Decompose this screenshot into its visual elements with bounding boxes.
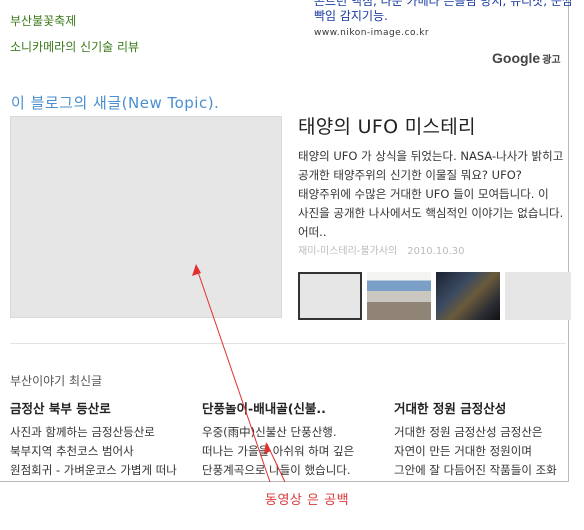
ad-url[interactable]: www.nikon-image.co.kr xyxy=(314,26,574,41)
google-logo: Google xyxy=(492,50,541,66)
google-ads-label[interactable]: Google 광고 xyxy=(492,50,561,66)
news-item[interactable]: 단풍놀이-배내골(신불.. 우중(雨中)신불산 단풍산행. 떠나는 가을을 아쉬… xyxy=(202,398,370,480)
ad-link-sony-camera[interactable]: 소니카메라의 신기술 리뷰 xyxy=(10,34,139,60)
ad-label: 광고 xyxy=(542,55,561,66)
text-ad-right[interactable]: 콘트런 액침, 다운 카메라 은들림 방지, 뉴리찻, 눈깜빡임 감지기능. w… xyxy=(314,0,574,41)
ad-description: 콘트런 액침, 다운 카메라 은들림 방지, 뉴리찻, 눈깜빡임 감지기능. xyxy=(314,0,573,23)
post-date: 2010.10.30 xyxy=(407,246,465,257)
new-topic-heading: 이 블로그의 새글(New Topic). xyxy=(11,94,220,112)
news-item-excerpt: 우중(雨中)신불산 단풍산행. 떠나는 가을을 아쉬워 하며 깊은 단풍계곡으로… xyxy=(202,425,355,477)
news-item-title[interactable]: 금정산 북부 등산로 xyxy=(10,398,178,417)
busan-news-heading: 부산이야기 최신글 xyxy=(10,374,103,388)
section-divider xyxy=(10,343,566,344)
news-item[interactable]: 금정산 북부 등산로 사진과 함께하는 금정산등산로 북부지역 추천코스 범어사… xyxy=(10,398,178,480)
post-category[interactable]: 재미-미스테리-불가사의 xyxy=(298,246,397,257)
thumbnail-3[interactable] xyxy=(436,272,500,320)
featured-post-title[interactable]: 태양의 UFO 미스테리 xyxy=(298,112,476,139)
featured-post-excerpt: 태양의 UFO 가 상식을 뒤었는다. NASA-나사가 밝히고 공개한 태양주… xyxy=(298,149,564,239)
thumbnail-2[interactable] xyxy=(367,272,431,320)
news-item-excerpt: 사진과 함께하는 금정산등산로 북부지역 추천코스 범어사 원점회귀 - 가벼운… xyxy=(10,425,177,477)
news-item-excerpt: 거대한 정원 금정산성 금정산은 자연이 만든 거대한 정원이며 그안에 잘 다… xyxy=(394,425,557,477)
featured-post-meta: 재미-미스테리-불가사의 2010.10.30 xyxy=(298,242,464,257)
thumbnail-4[interactable] xyxy=(505,272,571,320)
text-ads-left: 부산불꽃축제 소니카메라의 신기술 리뷰 xyxy=(10,8,139,60)
thumbnail-selected[interactable] xyxy=(298,272,362,320)
news-item-title[interactable]: 단풍놀이-배내골(신불.. xyxy=(202,398,370,417)
annotation-label: 동영상 은 공백 xyxy=(265,493,350,508)
featured-video-placeholder[interactable] xyxy=(10,116,282,318)
news-item[interactable]: 거대한 정원 금정산성 거대한 정원 금정산성 금정산은 자연이 만든 거대한 … xyxy=(394,398,562,480)
ad-link-busan-fireworks[interactable]: 부산불꽃축제 xyxy=(10,8,139,34)
news-item-title[interactable]: 거대한 정원 금정산성 xyxy=(394,398,562,417)
